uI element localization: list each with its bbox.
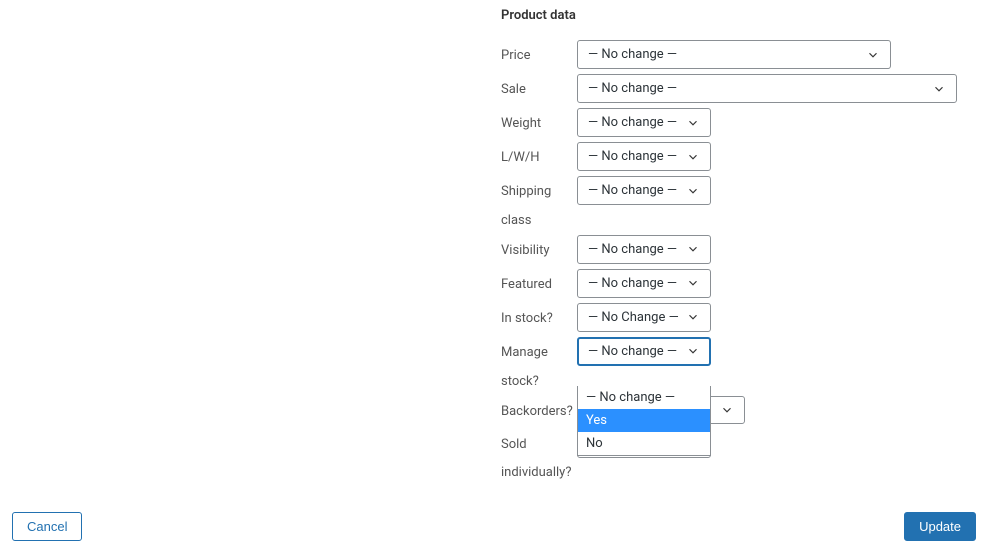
chevron-down-icon (720, 403, 734, 417)
select-in-stock-value: — No Change — (588, 310, 679, 325)
row-visibility: Visibility — No change — (501, 235, 971, 264)
select-visibility[interactable]: — No change — (577, 235, 711, 264)
chevron-down-icon (686, 276, 700, 290)
label-in-stock: In stock? (501, 303, 573, 328)
chevron-down-icon (686, 310, 700, 324)
row-sold-individually: Sold individually? — No change — (501, 429, 971, 483)
select-price[interactable]: — No change — (577, 40, 891, 69)
row-sale: Sale — No change — (501, 74, 971, 103)
row-backorders: Backorders? (501, 396, 971, 424)
select-sale-value: — No change — (588, 81, 677, 96)
select-lwh-value: — No change — (588, 149, 677, 164)
label-featured: Featured (501, 269, 573, 294)
select-visibility-value: — No change — (588, 242, 677, 257)
select-lwh[interactable]: — No change — (577, 142, 711, 171)
manage-stock-dropdown: — No change — Yes No (577, 386, 711, 456)
label-shipping-class: Shipping class (501, 176, 573, 230)
footer: Cancel Update (12, 512, 976, 541)
select-shipping-class[interactable]: — No change — (577, 176, 711, 205)
label-sold-individually: Sold individually? (501, 429, 573, 483)
select-featured-value: — No change — (588, 276, 677, 291)
label-manage-stock: Manage stock? (501, 337, 573, 391)
row-lwh: L/W/H — No change — (501, 142, 971, 171)
label-sale: Sale (501, 74, 573, 99)
row-weight: Weight — No change — (501, 108, 971, 137)
chevron-down-icon (866, 48, 880, 62)
select-weight[interactable]: — No change — (577, 108, 711, 137)
chevron-down-icon (686, 242, 700, 256)
dropdown-option-no[interactable]: No (578, 432, 710, 455)
select-sale[interactable]: — No change — (577, 74, 957, 103)
label-price: Price (501, 40, 573, 65)
chevron-down-icon (932, 82, 946, 96)
row-manage-stock: Manage stock? — No change — (501, 337, 971, 391)
chevron-down-icon (686, 116, 700, 130)
select-weight-value: — No change — (588, 115, 677, 130)
label-lwh: L/W/H (501, 142, 573, 167)
chevron-down-icon (686, 150, 700, 164)
row-in-stock: In stock? — No Change — (501, 303, 971, 332)
chevron-down-icon (686, 184, 700, 198)
select-manage-stock[interactable]: — No change — (577, 337, 711, 366)
select-manage-stock-value: — No change — (588, 344, 677, 359)
dropdown-option-yes[interactable]: Yes (578, 409, 710, 432)
product-data-form: Price — No change — Sale — No change — W… (501, 40, 971, 487)
cancel-button[interactable]: Cancel (12, 512, 82, 541)
update-button[interactable]: Update (904, 512, 976, 541)
select-in-stock[interactable]: — No Change — (577, 303, 711, 332)
label-visibility: Visibility (501, 235, 573, 260)
row-shipping-class: Shipping class — No change — (501, 176, 971, 230)
select-price-value: — No change — (588, 47, 677, 62)
select-shipping-class-value: — No change — (588, 183, 677, 198)
chevron-down-icon (686, 344, 700, 358)
label-weight: Weight (501, 108, 573, 133)
select-featured[interactable]: — No change — (577, 269, 711, 298)
section-title: Product data (501, 8, 576, 23)
dropdown-option-no-change[interactable]: — No change — (578, 386, 710, 409)
row-featured: Featured — No change — (501, 269, 971, 298)
label-backorders: Backorders? (501, 396, 573, 421)
row-price: Price — No change — (501, 40, 971, 69)
